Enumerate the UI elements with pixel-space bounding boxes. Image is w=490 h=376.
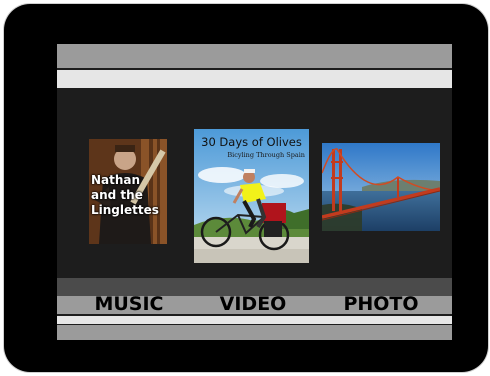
menu-photo[interactable]: PHOTO: [335, 293, 427, 315]
media-screen: Nathan and the Linglettes 30 Days of Oli…: [57, 44, 452, 340]
video-thumbnail[interactable]: 30 Days of Olives Bicyling Through Spain: [194, 129, 309, 263]
video-subtitle: Bicyling Through Spain: [227, 151, 305, 159]
menu-music[interactable]: MUSIC: [87, 293, 171, 315]
music-album-text: Nathan and the Linglettes: [89, 173, 167, 218]
top-gray-band: [57, 44, 452, 68]
album-text-line: and the: [91, 188, 143, 202]
photo-thumbnail[interactable]: [322, 143, 440, 231]
album-text-line: Nathan: [91, 173, 141, 187]
album-text-line: Linglettes: [91, 203, 159, 217]
bottom-gray-band: [57, 325, 452, 340]
video-cover-art: [194, 129, 309, 263]
music-album-thumbnail[interactable]: Nathan and the Linglettes: [89, 139, 167, 244]
bottom-white-band: [57, 316, 452, 324]
menu-video[interactable]: VIDEO: [210, 293, 296, 315]
top-white-band: [57, 70, 452, 88]
golden-gate-bridge-image: [322, 143, 440, 231]
video-title: 30 Days of Olives: [201, 135, 302, 149]
media-player-device: Nathan and the Linglettes 30 Days of Oli…: [4, 4, 488, 372]
